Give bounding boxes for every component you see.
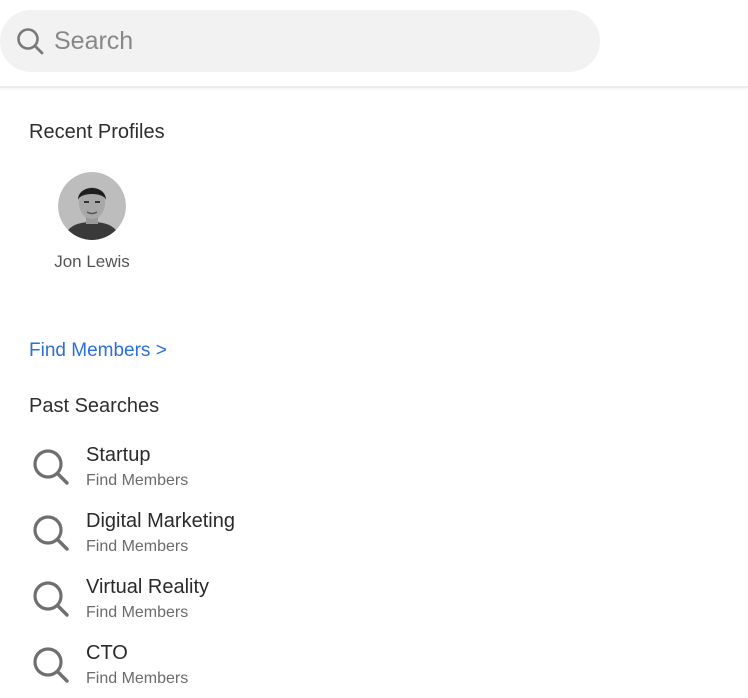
search-icon (32, 646, 70, 684)
past-search-term: Virtual Reality (86, 576, 210, 598)
past-search-term: Digital Marketing (86, 510, 235, 532)
past-search-term: CTO (86, 642, 128, 664)
search-input[interactable] (54, 24, 574, 58)
past-search-term: Startup (86, 444, 151, 466)
recent-profile-item[interactable]: Jon Lewis (40, 172, 144, 272)
past-search-subtitle: Find Members (86, 604, 189, 621)
recent-profiles-heading: Recent Profiles (29, 121, 165, 143)
search-icon (16, 27, 44, 55)
past-search-item[interactable]: Digital Marketing Find Members (0, 506, 600, 566)
past-search-subtitle: Find Members (86, 472, 189, 489)
header-divider (0, 86, 748, 88)
past-search-item[interactable]: Startup Find Members (0, 440, 600, 500)
search-icon (32, 514, 70, 552)
search-icon (32, 448, 70, 486)
avatar (58, 172, 126, 240)
past-search-item[interactable]: Virtual Reality Find Members (0, 572, 600, 632)
search-icon (32, 580, 70, 618)
past-search-subtitle: Find Members (86, 538, 189, 555)
past-searches-heading: Past Searches (29, 395, 160, 417)
past-search-item[interactable]: CTO Find Members (0, 638, 600, 698)
profile-name: Jon Lewis (54, 252, 130, 271)
past-search-subtitle: Find Members (86, 670, 189, 687)
search-bar[interactable] (0, 10, 600, 72)
find-members-link[interactable]: Find Members > (29, 340, 167, 362)
